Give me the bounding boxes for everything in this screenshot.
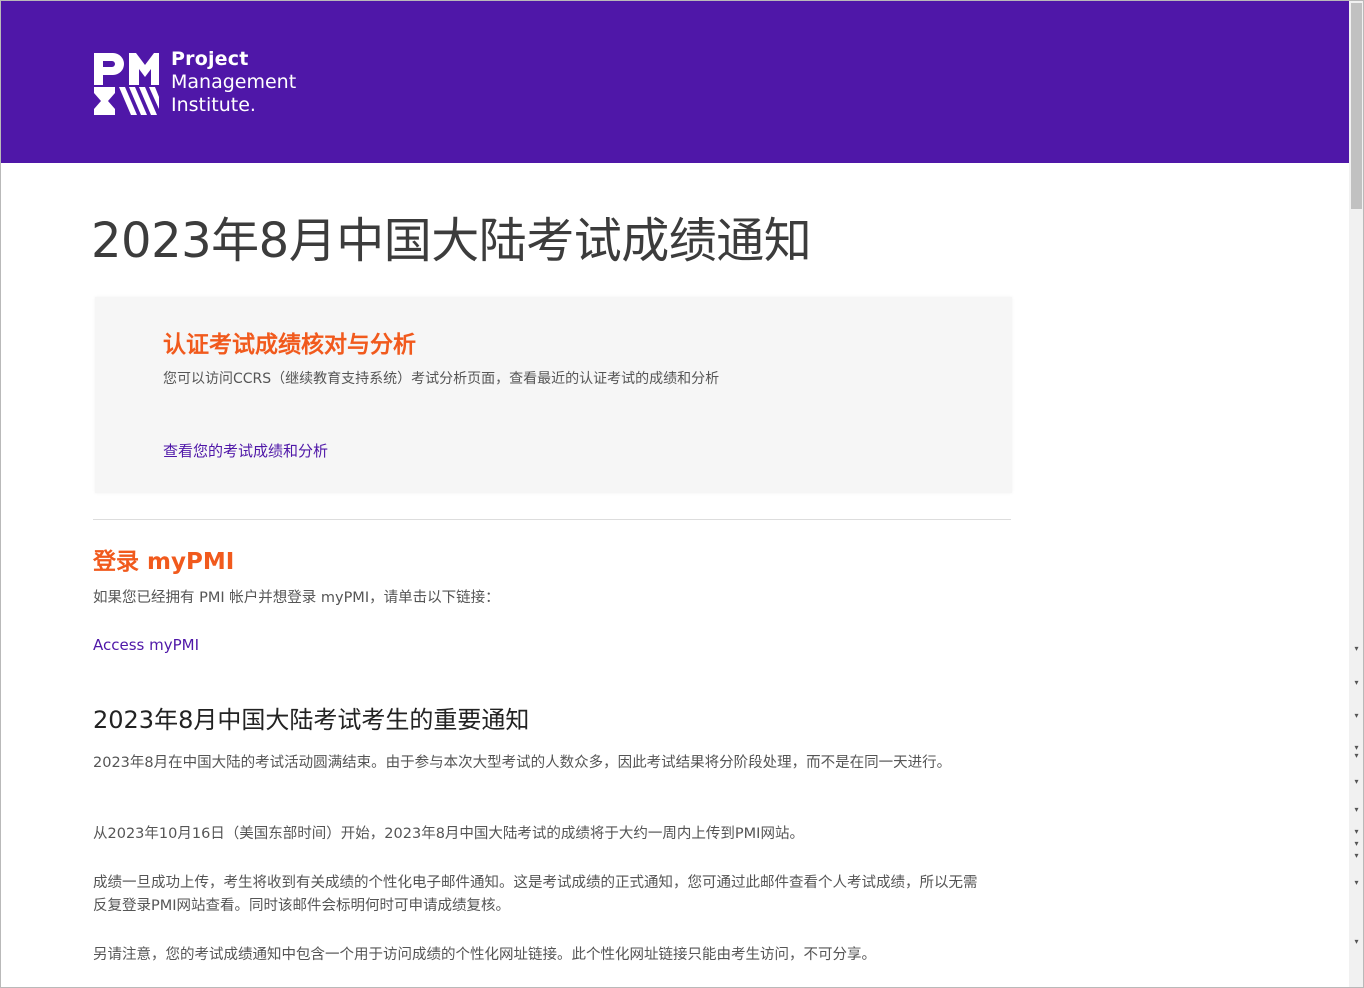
notice-heading: 2023年8月中国大陆考试考生的重要通知: [93, 706, 530, 734]
ccrs-card: 认证考试成绩核对与分析 您可以访问CCRS（继续教育支持系统）考试分析页面，查看…: [95, 297, 1012, 493]
notice-paragraph: 另请注意，您的考试成绩通知中包含一个用于访问成绩的个性化网址链接。此个性化网址链…: [93, 947, 876, 963]
scroll-marker-icon: ▾: [1354, 937, 1359, 946]
scroll-marker-icon: ▾: [1354, 839, 1359, 848]
login-description: 如果您已经拥有 PMI 帐户并想登录 myPMI，请单击以下链接：: [93, 590, 500, 606]
scrollbar-thumb[interactable]: [1351, 3, 1362, 209]
section-divider: [93, 519, 1011, 520]
logo-line-institute: Institute.: [171, 94, 256, 116]
site-header: Project Management Institute.: [1, 1, 1349, 163]
vertical-scrollbar[interactable]: ▾ ▾ ▾ ▾ ▾ ▾ ▾ ▾ ▾ ▾ ▾ ▾: [1349, 1, 1363, 987]
notice-paragraph: 从2023年10月16日（美国东部时间）开始，2023年8月中国大陆考试的成绩将…: [93, 826, 804, 842]
scroll-marker-icon: ▾: [1354, 805, 1359, 814]
ccrs-card-title: 认证考试成绩核对与分析: [163, 332, 416, 358]
scroll-marker-icon: ▾: [1354, 711, 1359, 720]
view-scores-link[interactable]: 查看您的考试成绩和分析: [163, 440, 328, 461]
scroll-marker-icon: ▾: [1354, 827, 1359, 836]
scroll-marker-icon: ▾: [1354, 644, 1359, 653]
scroll-marker-icon: ▾: [1354, 851, 1359, 860]
pmi-logo[interactable]: Project Management Institute.: [93, 48, 323, 119]
scroll-marker-icon: ▾: [1354, 751, 1359, 760]
notice-paragraph: 2023年8月在中国大陆的考试活动圆满结束。由于参与本次大型考试的人数众多，因此…: [93, 755, 952, 771]
scroll-marker-icon: ▾: [1354, 878, 1359, 887]
logo-line-management: Management: [171, 71, 297, 93]
browser-viewport: Project Management Institute. 2023年8月中国大…: [0, 0, 1364, 988]
login-mypmi-heading: 登录 myPMI: [93, 549, 235, 575]
ccrs-card-description: 您可以访问CCRS（继续教育支持系统）考试分析页面，查看最近的认证考试的成绩和分…: [163, 371, 720, 387]
pmi-logo-mark-icon: [94, 53, 159, 115]
logo-line-project: Project: [171, 48, 249, 70]
notice-paragraph: 成绩一旦成功上传，考生将收到有关成绩的个性化电子邮件通知。这是考试成绩的正式通知…: [93, 875, 978, 914]
scroll-marker-icon: ▾: [1354, 678, 1359, 687]
access-mypmi-link[interactable]: Access myPMI: [93, 636, 199, 654]
page-title: 2023年8月中国大陆考试成绩通知: [91, 213, 812, 269]
scroll-marker-icon: ▾: [1354, 777, 1359, 786]
pmi-logo-text: Project Management Institute.: [171, 48, 296, 117]
